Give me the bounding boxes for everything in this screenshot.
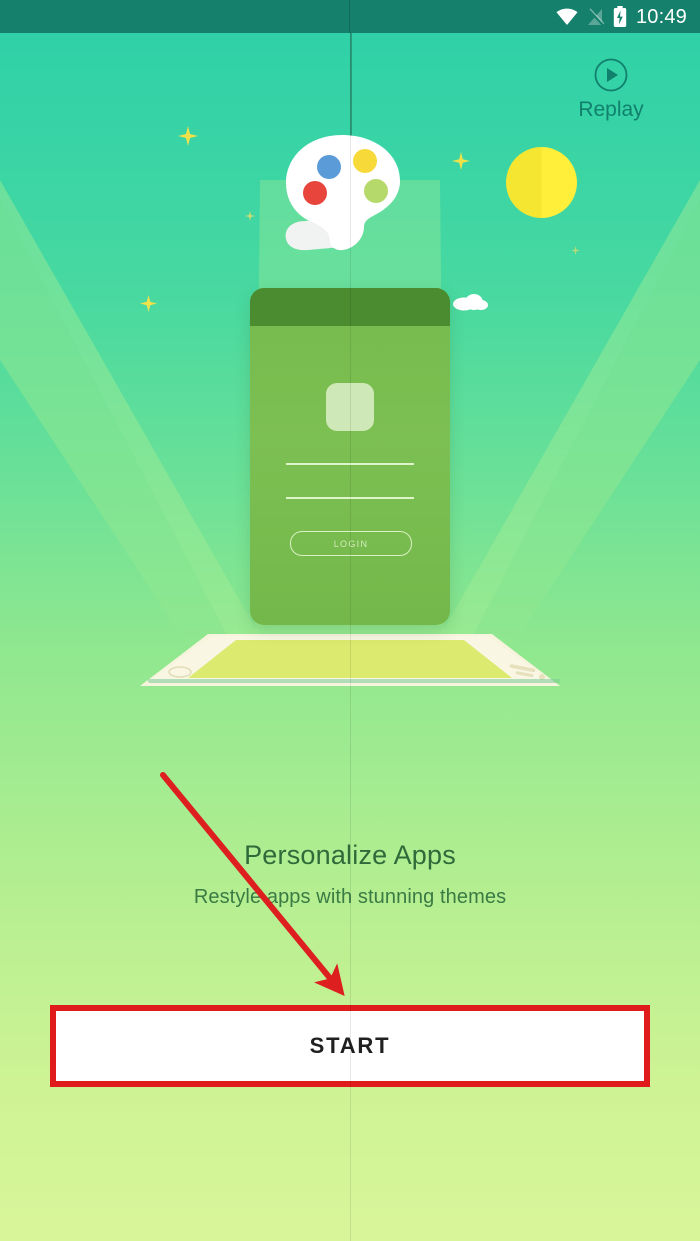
status-bar-clock: 10:49 xyxy=(635,5,687,28)
cloud-icon xyxy=(453,294,488,311)
play-circle-icon xyxy=(594,58,628,92)
replay-label: Replay xyxy=(578,98,644,121)
palette-dot-green xyxy=(364,179,388,203)
palette-dot-red xyxy=(303,181,327,205)
ground-shadow-line xyxy=(148,679,560,683)
star-icon xyxy=(140,295,157,312)
phone-login-button: LOGIN xyxy=(290,531,412,556)
replay-button[interactable]: Replay xyxy=(556,57,666,120)
status-bar: 10:49 xyxy=(0,0,700,33)
status-bar-icons: 10:49 xyxy=(556,6,700,27)
palette-dot-blue xyxy=(317,155,341,179)
screenshot-seam xyxy=(350,0,351,1241)
screenshot-seam-top xyxy=(349,0,350,33)
star-icon xyxy=(178,126,198,146)
star-icon xyxy=(245,211,255,221)
battery-charging-icon xyxy=(613,6,627,27)
star-icon xyxy=(571,246,580,255)
star-icon xyxy=(452,152,470,170)
app-screen: LOGIN Personalize Apps Restyle apps with… xyxy=(0,0,700,1241)
paint-palette-icon xyxy=(285,135,400,251)
palette-dot-yellow xyxy=(353,149,377,173)
signal-off-icon xyxy=(587,7,604,25)
wifi-icon xyxy=(556,8,578,25)
sun-icon xyxy=(506,147,577,218)
